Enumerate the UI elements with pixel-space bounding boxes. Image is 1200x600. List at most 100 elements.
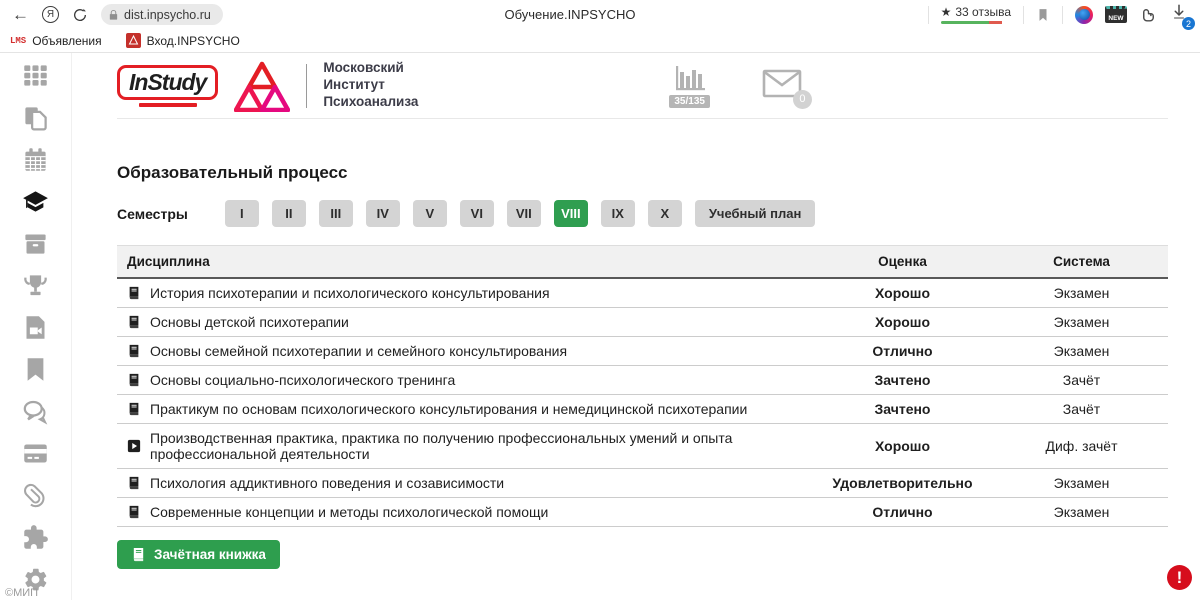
credit-card-icon[interactable]: [22, 440, 49, 467]
discipline-name: Основы детской психотерапии: [150, 314, 349, 330]
extension-hand-icon[interactable]: [1139, 5, 1158, 24]
lock-icon: [108, 9, 119, 21]
table-row[interactable]: Основы семейной психотерапии и семейного…: [117, 337, 1168, 366]
grade-value: Хорошо: [810, 308, 995, 337]
discipline-name: Производственная практика, практика по п…: [150, 430, 800, 462]
video-play-icon: [127, 439, 141, 453]
lms-favicon: LMS: [10, 36, 26, 46]
system-value: Экзамен: [995, 469, 1168, 498]
semester-button-3[interactable]: III: [319, 200, 353, 227]
semester-button-2[interactable]: II: [272, 200, 306, 227]
grade-value: Зачтено: [810, 366, 995, 395]
gradebook-button-label: Зачётная книжка: [154, 547, 266, 562]
column-header-grade: Оценка: [810, 246, 995, 279]
browser-menu-icon[interactable]: Я: [42, 6, 59, 23]
table-header-row: Дисциплина Оценка Система: [117, 246, 1168, 279]
system-value: Зачёт: [995, 395, 1168, 424]
download-count-badge: 2: [1182, 17, 1195, 30]
table-row[interactable]: История психотерапии и психологического …: [117, 278, 1168, 308]
table-row[interactable]: Психология аддиктивного поведения и соза…: [117, 469, 1168, 498]
bookmark-label: Вход.INPSYCHO: [147, 34, 240, 48]
bookmark-flag-icon[interactable]: [1036, 7, 1050, 23]
semester-button-9[interactable]: IX: [601, 200, 635, 227]
graduation-cap-icon[interactable]: [22, 188, 49, 215]
puzzle-icon[interactable]: [22, 524, 49, 551]
paperclip-icon[interactable]: [22, 482, 49, 509]
progress-badge: 35/135: [669, 95, 710, 108]
table-row[interactable]: Основы социально-психологического тренин…: [117, 366, 1168, 395]
table-row[interactable]: Производственная практика, практика по п…: [117, 424, 1168, 469]
site-header: InStudy Московский Институт Психоанализа: [117, 53, 1168, 119]
bar-chart-icon: [673, 64, 707, 94]
curriculum-plan-button[interactable]: Учебный план: [695, 200, 815, 227]
discipline-name: Основы семейной психотерапии и семейного…: [150, 343, 567, 359]
downloads-icon[interactable]: 2: [1170, 3, 1188, 26]
alert-notification-icon[interactable]: !: [1167, 565, 1192, 590]
extension-browser-icon[interactable]: [1075, 6, 1093, 24]
back-icon[interactable]: ←: [12, 6, 29, 23]
semester-button-7[interactable]: VII: [507, 200, 541, 227]
institute-name: Московский Институт Психоанализа: [323, 60, 418, 111]
book-icon: [127, 505, 141, 519]
book-icon: [127, 402, 141, 416]
column-header-discipline: Дисциплина: [117, 246, 810, 279]
instudy-logo[interactable]: InStudy: [117, 65, 218, 107]
toolbar-separator: [1062, 6, 1063, 24]
chat-icon[interactable]: [22, 398, 49, 425]
copyright-label: ©МИП: [5, 587, 38, 599]
book-icon: [127, 476, 141, 490]
semester-button-6[interactable]: VI: [460, 200, 494, 227]
sidebar: ©МИП: [0, 53, 72, 600]
bookmarks-bar: LMS Объявления Вход.INPSYCHO: [0, 29, 1200, 53]
grade-value: Хорошо: [810, 424, 995, 469]
bookmark-vhod-inpsycho[interactable]: Вход.INPSYCHO: [126, 33, 240, 48]
documents-icon[interactable]: [22, 104, 49, 131]
site-rating[interactable]: ★ 33 отзыва: [941, 5, 1011, 24]
rating-bar: [941, 21, 1011, 24]
system-value: Зачёт: [995, 366, 1168, 395]
video-file-icon[interactable]: [22, 314, 49, 341]
instudy-logo-stand: [139, 103, 197, 107]
system-value: Экзамен: [995, 337, 1168, 366]
grade-value: Отлично: [810, 498, 995, 527]
apps-grid-icon[interactable]: [22, 62, 49, 89]
reviews-count: 33 отзыва: [955, 5, 1011, 19]
messages-button[interactable]: 0: [762, 69, 802, 103]
star-icon: ★: [941, 5, 952, 19]
book-icon: [127, 373, 141, 387]
semester-button-5[interactable]: V: [413, 200, 447, 227]
messages-count-badge: 0: [793, 90, 812, 109]
trophy-icon[interactable]: [22, 272, 49, 299]
bookmark-lms[interactable]: LMS Объявления: [10, 34, 102, 48]
instudy-logo-text: InStudy: [117, 65, 218, 100]
book-icon: [131, 547, 146, 562]
discipline-name: Практикум по основам психологического ко…: [150, 401, 747, 417]
archive-box-icon[interactable]: [22, 230, 49, 257]
refresh-icon[interactable]: [72, 7, 88, 23]
table-row[interactable]: Современные концепции и методы психологи…: [117, 498, 1168, 527]
calendar-icon[interactable]: [22, 146, 49, 173]
disciplines-table: Дисциплина Оценка Система История психот…: [117, 245, 1168, 527]
table-row[interactable]: Практикум по основам психологического ко…: [117, 395, 1168, 424]
table-row[interactable]: Основы детской психотерапии Хорошо Экзам…: [117, 308, 1168, 337]
extension-new-icon[interactable]: NEW: [1105, 6, 1127, 23]
mip-favicon: [126, 33, 141, 48]
toolbar-separator: [928, 6, 929, 24]
main-content: InStudy Московский Институт Психоанализа: [72, 53, 1200, 600]
progress-stats-button[interactable]: 35/135: [669, 64, 710, 108]
address-bar[interactable]: dist.inpsycho.ru: [101, 4, 223, 25]
mip-triangle-logo: [234, 60, 290, 112]
semester-button-8-active[interactable]: VIII: [554, 200, 588, 227]
semester-button-4[interactable]: IV: [366, 200, 400, 227]
semesters-label: Семестры: [117, 206, 188, 222]
semester-button-10[interactable]: X: [648, 200, 682, 227]
book-icon: [127, 315, 141, 329]
gradebook-button[interactable]: Зачётная книжка: [117, 540, 280, 569]
bookmark-icon[interactable]: [22, 356, 49, 383]
semester-switcher: Семестры I II III IV V VI VII VIII IX X …: [117, 200, 1168, 227]
discipline-name: Основы социально-психологического тренин…: [150, 372, 455, 388]
discipline-name: Психология аддиктивного поведения и соза…: [150, 475, 504, 491]
grade-value: Хорошо: [810, 278, 995, 308]
system-value: Диф. зачёт: [995, 424, 1168, 469]
semester-button-1[interactable]: I: [225, 200, 259, 227]
